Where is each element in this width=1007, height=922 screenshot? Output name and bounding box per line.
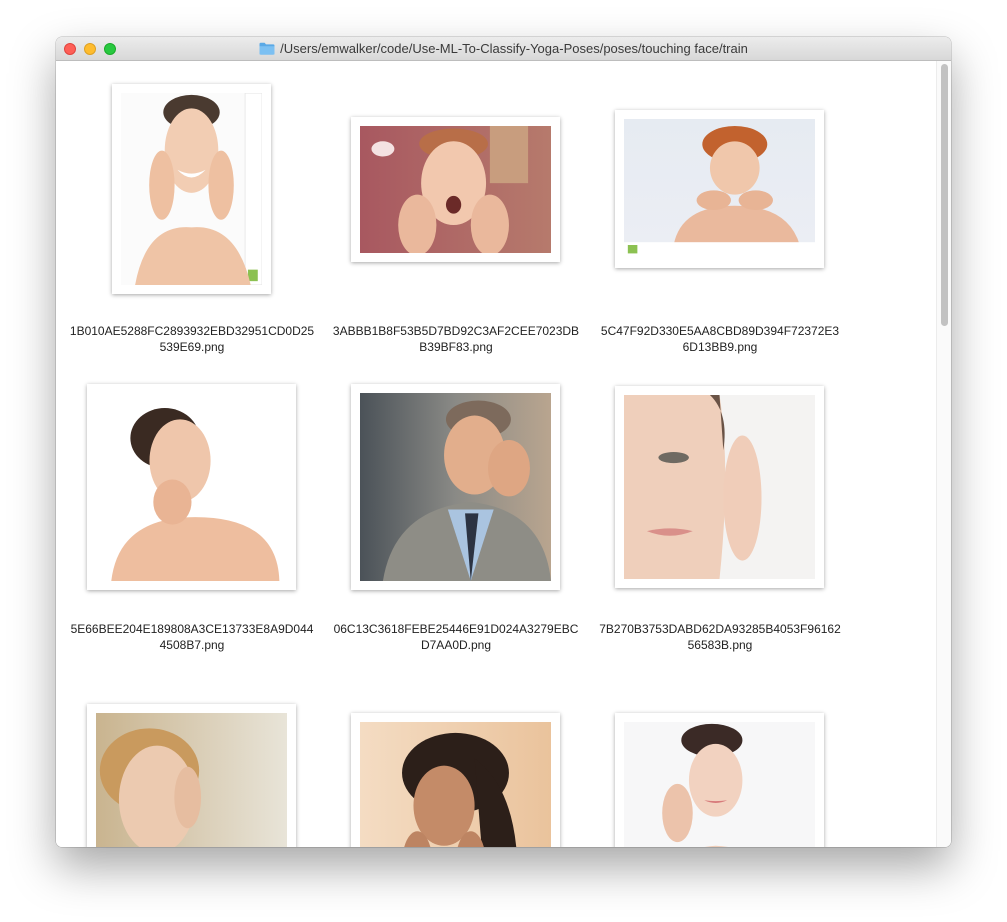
vertical-scrollbar[interactable] [936, 61, 951, 847]
file-thumbnail[interactable] [112, 84, 271, 294]
file-thumbnail[interactable] [615, 386, 824, 588]
photo-woman-hands-near-face [624, 722, 815, 847]
file-name[interactable]: 3ABBB1B8F53B5D7BD92C3AF2CEE7023DB B39BF83… [324, 323, 588, 355]
file-thumbnail[interactable] [351, 384, 560, 590]
file-name[interactable]: 1B010AE5288FC2893932EBD32951CD0D25 539E69… [60, 323, 324, 355]
photo-woman-winking [121, 93, 262, 285]
file-thumbnail[interactable] [351, 117, 560, 262]
file-name[interactable]: 06C13C3618FEBE25446E91D024A3279EBC D7AA0D… [324, 621, 588, 653]
folder-icon [259, 42, 275, 55]
window-title-text: /Users/emwalker/code/Use-ML-To-Classify-… [280, 41, 748, 56]
window-title: /Users/emwalker/code/Use-ML-To-Classify-… [56, 37, 951, 60]
file-thumbnail[interactable] [87, 384, 296, 590]
title-bar[interactable]: /Users/emwalker/code/Use-ML-To-Classify-… [56, 37, 951, 61]
file-name[interactable]: 7B270B3753DABD62DA93285B4053F96162 56583B… [588, 621, 852, 653]
scrollbar-thumb[interactable] [941, 64, 948, 326]
file-thumbnail[interactable] [351, 713, 560, 847]
photo-boy-screaming [360, 126, 551, 253]
photo-woman-looking-up [96, 713, 287, 847]
file-thumbnail[interactable] [615, 713, 824, 847]
photo-woman-eyes-closed [96, 393, 287, 581]
file-name[interactable]: 5C47F92D330E5AA8CBD89D394F72372E3 6D13BB9… [588, 323, 852, 355]
photo-woman-half-face [624, 395, 815, 579]
file-name[interactable]: 5E66BEE204E189808A3CE13733E8A9D044 4508B7… [60, 621, 324, 653]
photo-woman-laughing [360, 722, 551, 847]
photo-man-in-suit [360, 393, 551, 581]
file-thumbnail[interactable] [87, 704, 296, 847]
photo-woman-chin-on-hands [624, 119, 815, 259]
quicklook-window: /Users/emwalker/code/Use-ML-To-Classify-… [56, 37, 951, 847]
file-thumbnail[interactable] [615, 110, 824, 268]
thumbnail-grid[interactable]: 1B010AE5288FC2893932EBD32951CD0D25 539E69… [56, 61, 936, 847]
